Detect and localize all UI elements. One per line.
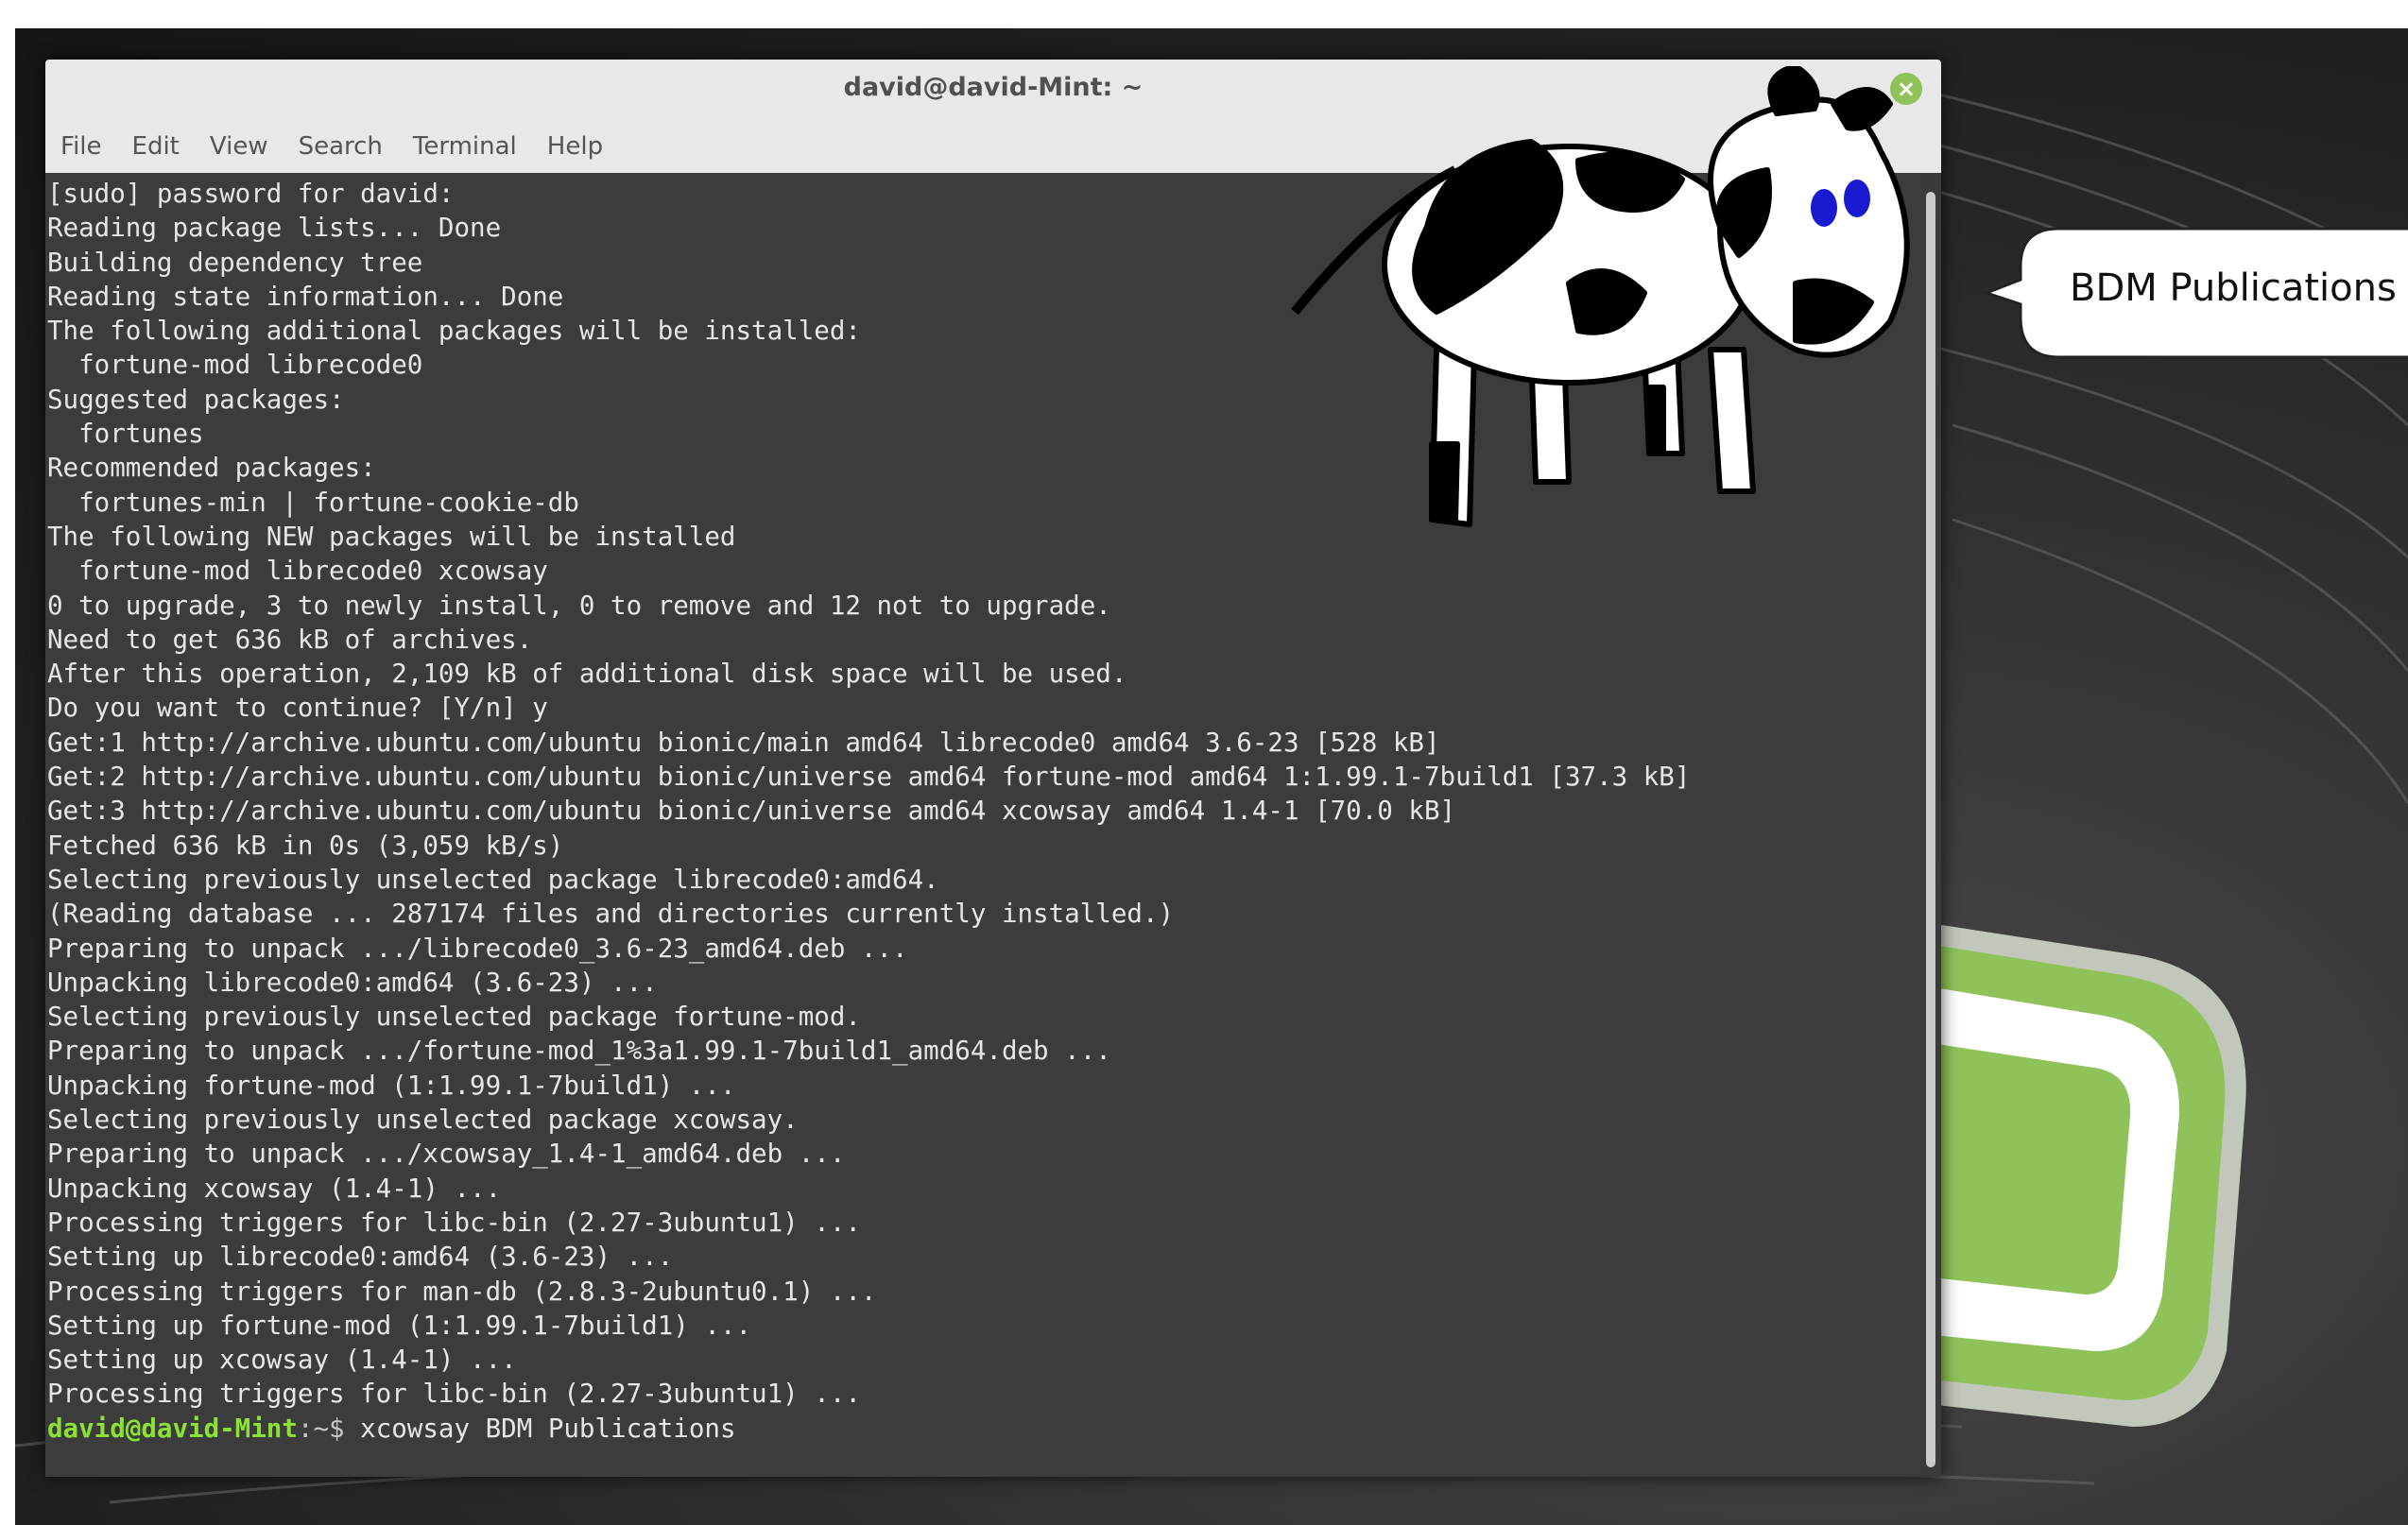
menu-file[interactable]: File	[60, 132, 102, 161]
terminal-line: Processing triggers for libc-bin (2.27-3…	[47, 1379, 861, 1410]
terminal-line: Preparing to unpack .../xcowsay_1.4-1_am…	[47, 1139, 846, 1170]
menu-edit[interactable]: Edit	[132, 132, 180, 161]
terminal-line: Processing triggers for man-db (2.8.3-2u…	[47, 1276, 877, 1307]
menu-help[interactable]: Help	[547, 132, 603, 161]
menu-search[interactable]: Search	[299, 132, 383, 161]
terminal-line: Get:2 http://archive.ubuntu.com/ubuntu b…	[47, 762, 1691, 793]
terminal-prompt-line[interactable]: david@david-Mint:~$ xcowsay BDM Publicat…	[47, 1412, 1922, 1446]
terminal-line: Fetched 636 kB in 0s (3,059 kB/s)	[47, 830, 564, 861]
terminal-line: Unpacking xcowsay (1.4-1) ...	[47, 1173, 502, 1204]
terminal-line: fortune-mod librecode0 xcowsay	[47, 556, 548, 587]
terminal-line: Selecting previously unselected package …	[47, 1002, 861, 1033]
speech-bubble-text: BDM Publications	[2070, 266, 2397, 310]
terminal-line: Preparing to unpack .../librecode0_3.6-2…	[47, 933, 908, 964]
terminal-line: Setting up librecode0:amd64 (3.6-23) ...	[47, 1242, 674, 1273]
cow-icon[interactable]	[1266, 66, 1947, 557]
terminal-line: Get:1 http://archive.ubuntu.com/ubuntu b…	[47, 727, 1440, 758]
terminal-line: Get:3 http://archive.ubuntu.com/ubuntu b…	[47, 796, 1456, 827]
terminal-line: Selecting previously unselected package …	[47, 1105, 799, 1136]
prompt-path: :~$	[297, 1413, 361, 1444]
prompt-user: david@david-Mint	[47, 1413, 298, 1444]
terminal-line: Selecting previously unselected package …	[47, 864, 939, 895]
terminal-line: Do you want to continue? [Y/n] y	[47, 693, 548, 724]
terminal-line: Preparing to unpack .../fortune-mod_1%3a…	[47, 1036, 1111, 1067]
terminal-line: 0 to upgrade, 3 to newly install, 0 to r…	[47, 590, 1111, 621]
terminal-line: Need to get 636 kB of archives.	[47, 624, 533, 655]
terminal-line: Setting up fortune-mod (1:1.99.1-7build1…	[47, 1310, 752, 1341]
terminal-line: Unpacking fortune-mod (1:1.99.1-7build1)…	[47, 1070, 736, 1101]
terminal-line: Processing triggers for libc-bin (2.27-3…	[47, 1207, 861, 1238]
menu-terminal[interactable]: Terminal	[413, 132, 517, 161]
terminal-line: After this operation, 2,109 kB of additi…	[47, 659, 1127, 690]
prompt-command: xcowsay BDM Publications	[360, 1413, 736, 1444]
terminal-line: (Reading database ... 287174 files and d…	[47, 899, 1175, 930]
terminal-line: Unpacking librecode0:amd64 (3.6-23) ...	[47, 967, 658, 998]
menu-view[interactable]: View	[210, 132, 268, 161]
terminal-line: Setting up xcowsay (1.4-1) ...	[47, 1345, 517, 1376]
